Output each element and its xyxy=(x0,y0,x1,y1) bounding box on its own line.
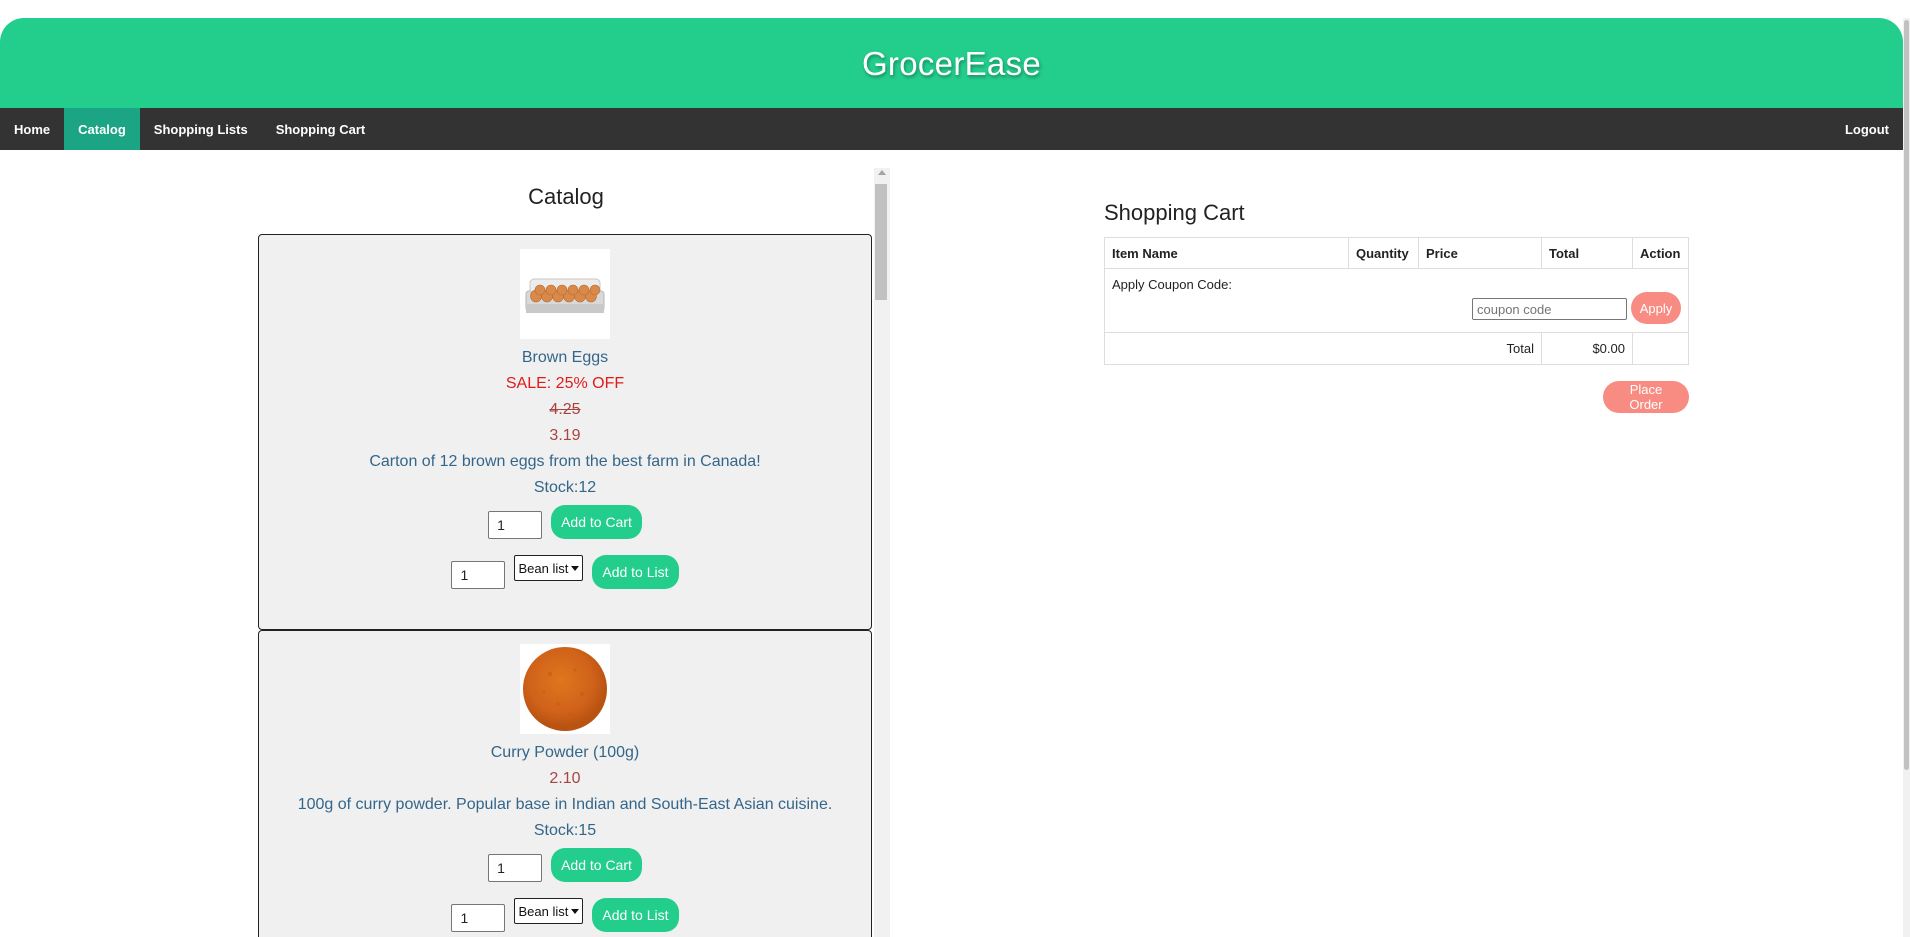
product-stock: Stock:15 xyxy=(533,822,597,839)
coupon-row: Apply Coupon Code: Apply xyxy=(1104,268,1689,333)
page-scrollbar-thumb[interactable] xyxy=(1904,20,1909,770)
cart-quantity-input[interactable] xyxy=(488,511,543,539)
catalog-title: Catalog xyxy=(528,184,604,209)
product-description: 100g of curry powder. Popular base in In… xyxy=(297,796,833,813)
nav-catalog[interactable]: Catalog xyxy=(64,108,140,150)
original-price: 4.25 xyxy=(549,401,581,418)
egg-carton-icon xyxy=(520,249,610,339)
cart-total-label: Total xyxy=(1104,332,1542,365)
nav-home[interactable]: Home xyxy=(0,108,64,150)
add-to-cart-button[interactable]: Add to Cart xyxy=(551,848,642,882)
column-header-total: Total xyxy=(1541,237,1633,269)
nav-shopping-lists[interactable]: Shopping Lists xyxy=(140,108,262,150)
scroll-up-arrow-icon[interactable] xyxy=(878,170,886,175)
shopping-list-selected: Bean list xyxy=(518,903,569,919)
coupon-label: Apply Coupon Code: xyxy=(1112,277,1232,292)
coupon-code-input[interactable] xyxy=(1472,298,1627,320)
add-to-cart-button[interactable]: Add to Cart xyxy=(551,505,642,539)
chevron-down-icon xyxy=(571,565,580,571)
add-to-list-button[interactable]: Add to List xyxy=(592,555,679,589)
nav-bar: Home Catalog Shopping Lists Shopping Car… xyxy=(0,108,1903,150)
column-header-price: Price xyxy=(1418,237,1542,269)
product-price: 3.19 xyxy=(549,427,581,444)
list-quantity-input[interactable] xyxy=(451,561,506,589)
app-header: GrocerEase xyxy=(0,18,1903,109)
product-card: Brown Eggs SALE: 25% OFF 4.25 3.19 Carto… xyxy=(258,234,872,630)
cart-quantity-input[interactable] xyxy=(488,854,543,882)
apply-coupon-button[interactable]: Apply xyxy=(1631,292,1681,324)
add-to-list-button[interactable]: Add to List xyxy=(592,898,679,932)
page-scrollbar[interactable] xyxy=(1903,18,1910,937)
shopping-list-select[interactable]: Bean list xyxy=(514,555,584,581)
product-card: Curry Powder (100g) 2.10 100g of curry p… xyxy=(258,630,872,937)
catalog-scrollbar[interactable] xyxy=(874,168,890,937)
shopping-list-select[interactable]: Bean list xyxy=(514,898,584,924)
product-description: Carton of 12 brown eggs from the best fa… xyxy=(369,453,761,470)
shopping-cart-panel: Shopping Cart Item Name Quantity Price T… xyxy=(1104,200,1689,413)
catalog-pane: Catalog Brown Eggs SALE: 25% OFF 4.25 3.… xyxy=(258,168,890,937)
nav-logout[interactable]: Logout xyxy=(1831,108,1903,150)
place-order-button[interactable]: Place Order xyxy=(1603,381,1689,413)
product-name: Curry Powder (100g) xyxy=(490,744,640,761)
app-title: GrocerEase xyxy=(861,44,1042,82)
shopping-list-selected: Bean list xyxy=(518,560,569,576)
list-quantity-input[interactable] xyxy=(451,904,506,932)
column-header-item-name: Item Name xyxy=(1104,237,1349,269)
catalog-scrollbar-thumb[interactable] xyxy=(875,184,887,300)
sale-badge: SALE: 25% OFF xyxy=(505,375,625,392)
chevron-down-icon xyxy=(571,908,580,914)
product-name: Brown Eggs xyxy=(521,349,609,366)
cart-title: Shopping Cart xyxy=(1104,200,1245,225)
product-stock: Stock:12 xyxy=(533,479,597,496)
cart-table: Item Name Quantity Price Total Action Ap… xyxy=(1104,237,1689,365)
nav-shopping-cart[interactable]: Shopping Cart xyxy=(262,108,380,150)
column-header-action: Action xyxy=(1632,237,1689,269)
curry-powder-icon xyxy=(520,644,610,734)
product-price: 2.10 xyxy=(549,770,581,787)
column-header-quantity: Quantity xyxy=(1348,237,1419,269)
cart-total-value: $0.00 xyxy=(1541,332,1633,365)
